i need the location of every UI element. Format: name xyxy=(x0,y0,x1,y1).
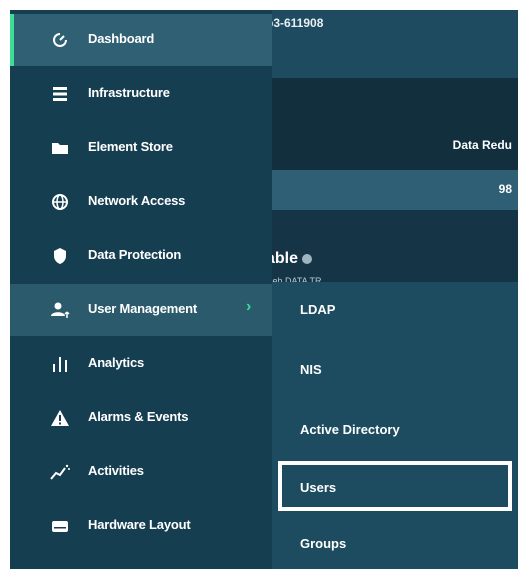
sidebar-item-label: Hardware Layout xyxy=(88,517,191,532)
user-management-submenu: LDAP NIS Active Directory Users Groups xyxy=(272,282,518,569)
submenu-item-ldap[interactable]: LDAP xyxy=(272,282,518,338)
sidebar-item-label: Infrastructure xyxy=(88,85,170,100)
sidebar-item-label: Network Access xyxy=(88,193,186,208)
activity-chart-icon xyxy=(50,462,70,482)
sidebar-item-alarms-events[interactable]: Alarms & Events xyxy=(10,392,272,444)
sidebar-item-label: Analytics xyxy=(88,355,145,370)
sidebar-item-network-access[interactable]: Network Access xyxy=(10,176,272,228)
sidebar-item-infrastructure[interactable]: Infrastructure xyxy=(10,68,272,120)
table-title: able xyxy=(266,250,313,268)
sidebar-item-label: Data Protection xyxy=(88,247,182,262)
sidebar-item-label: Activities xyxy=(88,463,144,478)
sidebar-item-label: Dashboard xyxy=(88,31,155,46)
sidebar-item-element-store[interactable]: Element Store xyxy=(10,122,272,174)
globe-icon xyxy=(50,192,70,212)
sidebar-item-analytics[interactable]: Analytics xyxy=(10,338,272,390)
submenu-item-label: NIS xyxy=(300,362,322,377)
data-reduction-header: Data Redu xyxy=(452,138,512,152)
submenu-item-label: LDAP xyxy=(300,302,336,317)
submenu-item-users[interactable]: Users xyxy=(272,460,518,516)
submenu-item-label: Users xyxy=(300,480,337,495)
sidebar-item-dashboard[interactable]: Dashboard xyxy=(10,14,272,66)
data-reduction-value: 98 xyxy=(498,182,512,196)
sidebar-nav: Dashboard Infrastructure Element Store N… xyxy=(10,10,272,569)
submenu-item-label: Groups xyxy=(300,536,347,551)
sidebar-item-activities[interactable]: Activities xyxy=(10,446,272,498)
submenu-item-label: Active Directory xyxy=(300,422,400,437)
table-subtitle: iceh DATA TR xyxy=(266,276,322,282)
server-rack-icon xyxy=(50,84,70,104)
warning-triangle-icon xyxy=(50,408,70,428)
sidebar-item-data-protection[interactable]: Data Protection xyxy=(10,230,272,282)
sidebar-item-label: Alarms & Events xyxy=(88,409,189,424)
bar-chart-icon xyxy=(50,354,70,374)
submenu-item-groups[interactable]: Groups xyxy=(272,516,518,569)
info-icon[interactable] xyxy=(302,253,313,264)
sidebar-item-label: User Management xyxy=(88,301,197,316)
sidebar-item-hardware-layout[interactable]: Hardware Layout xyxy=(10,500,272,552)
hardware-drive-icon xyxy=(50,516,70,536)
shield-icon xyxy=(50,246,70,266)
dashboard-gauge-icon xyxy=(50,30,70,50)
cluster-breadcrumb[interactable]: p3-611908 xyxy=(266,16,323,30)
chevron-right-icon: › xyxy=(246,298,252,315)
submenu-item-nis[interactable]: NIS xyxy=(272,342,518,398)
active-indicator xyxy=(10,14,14,66)
app-window: p3-611908 Data Redu 98 able iceh DATA TR… xyxy=(10,10,518,569)
sidebar-item-label: Element Store xyxy=(88,139,173,154)
folder-icon xyxy=(50,138,70,158)
submenu-item-active-directory[interactable]: Active Directory xyxy=(272,402,518,458)
user-management-icon xyxy=(50,300,70,320)
sidebar-item-user-management[interactable]: User Management › xyxy=(10,284,272,336)
